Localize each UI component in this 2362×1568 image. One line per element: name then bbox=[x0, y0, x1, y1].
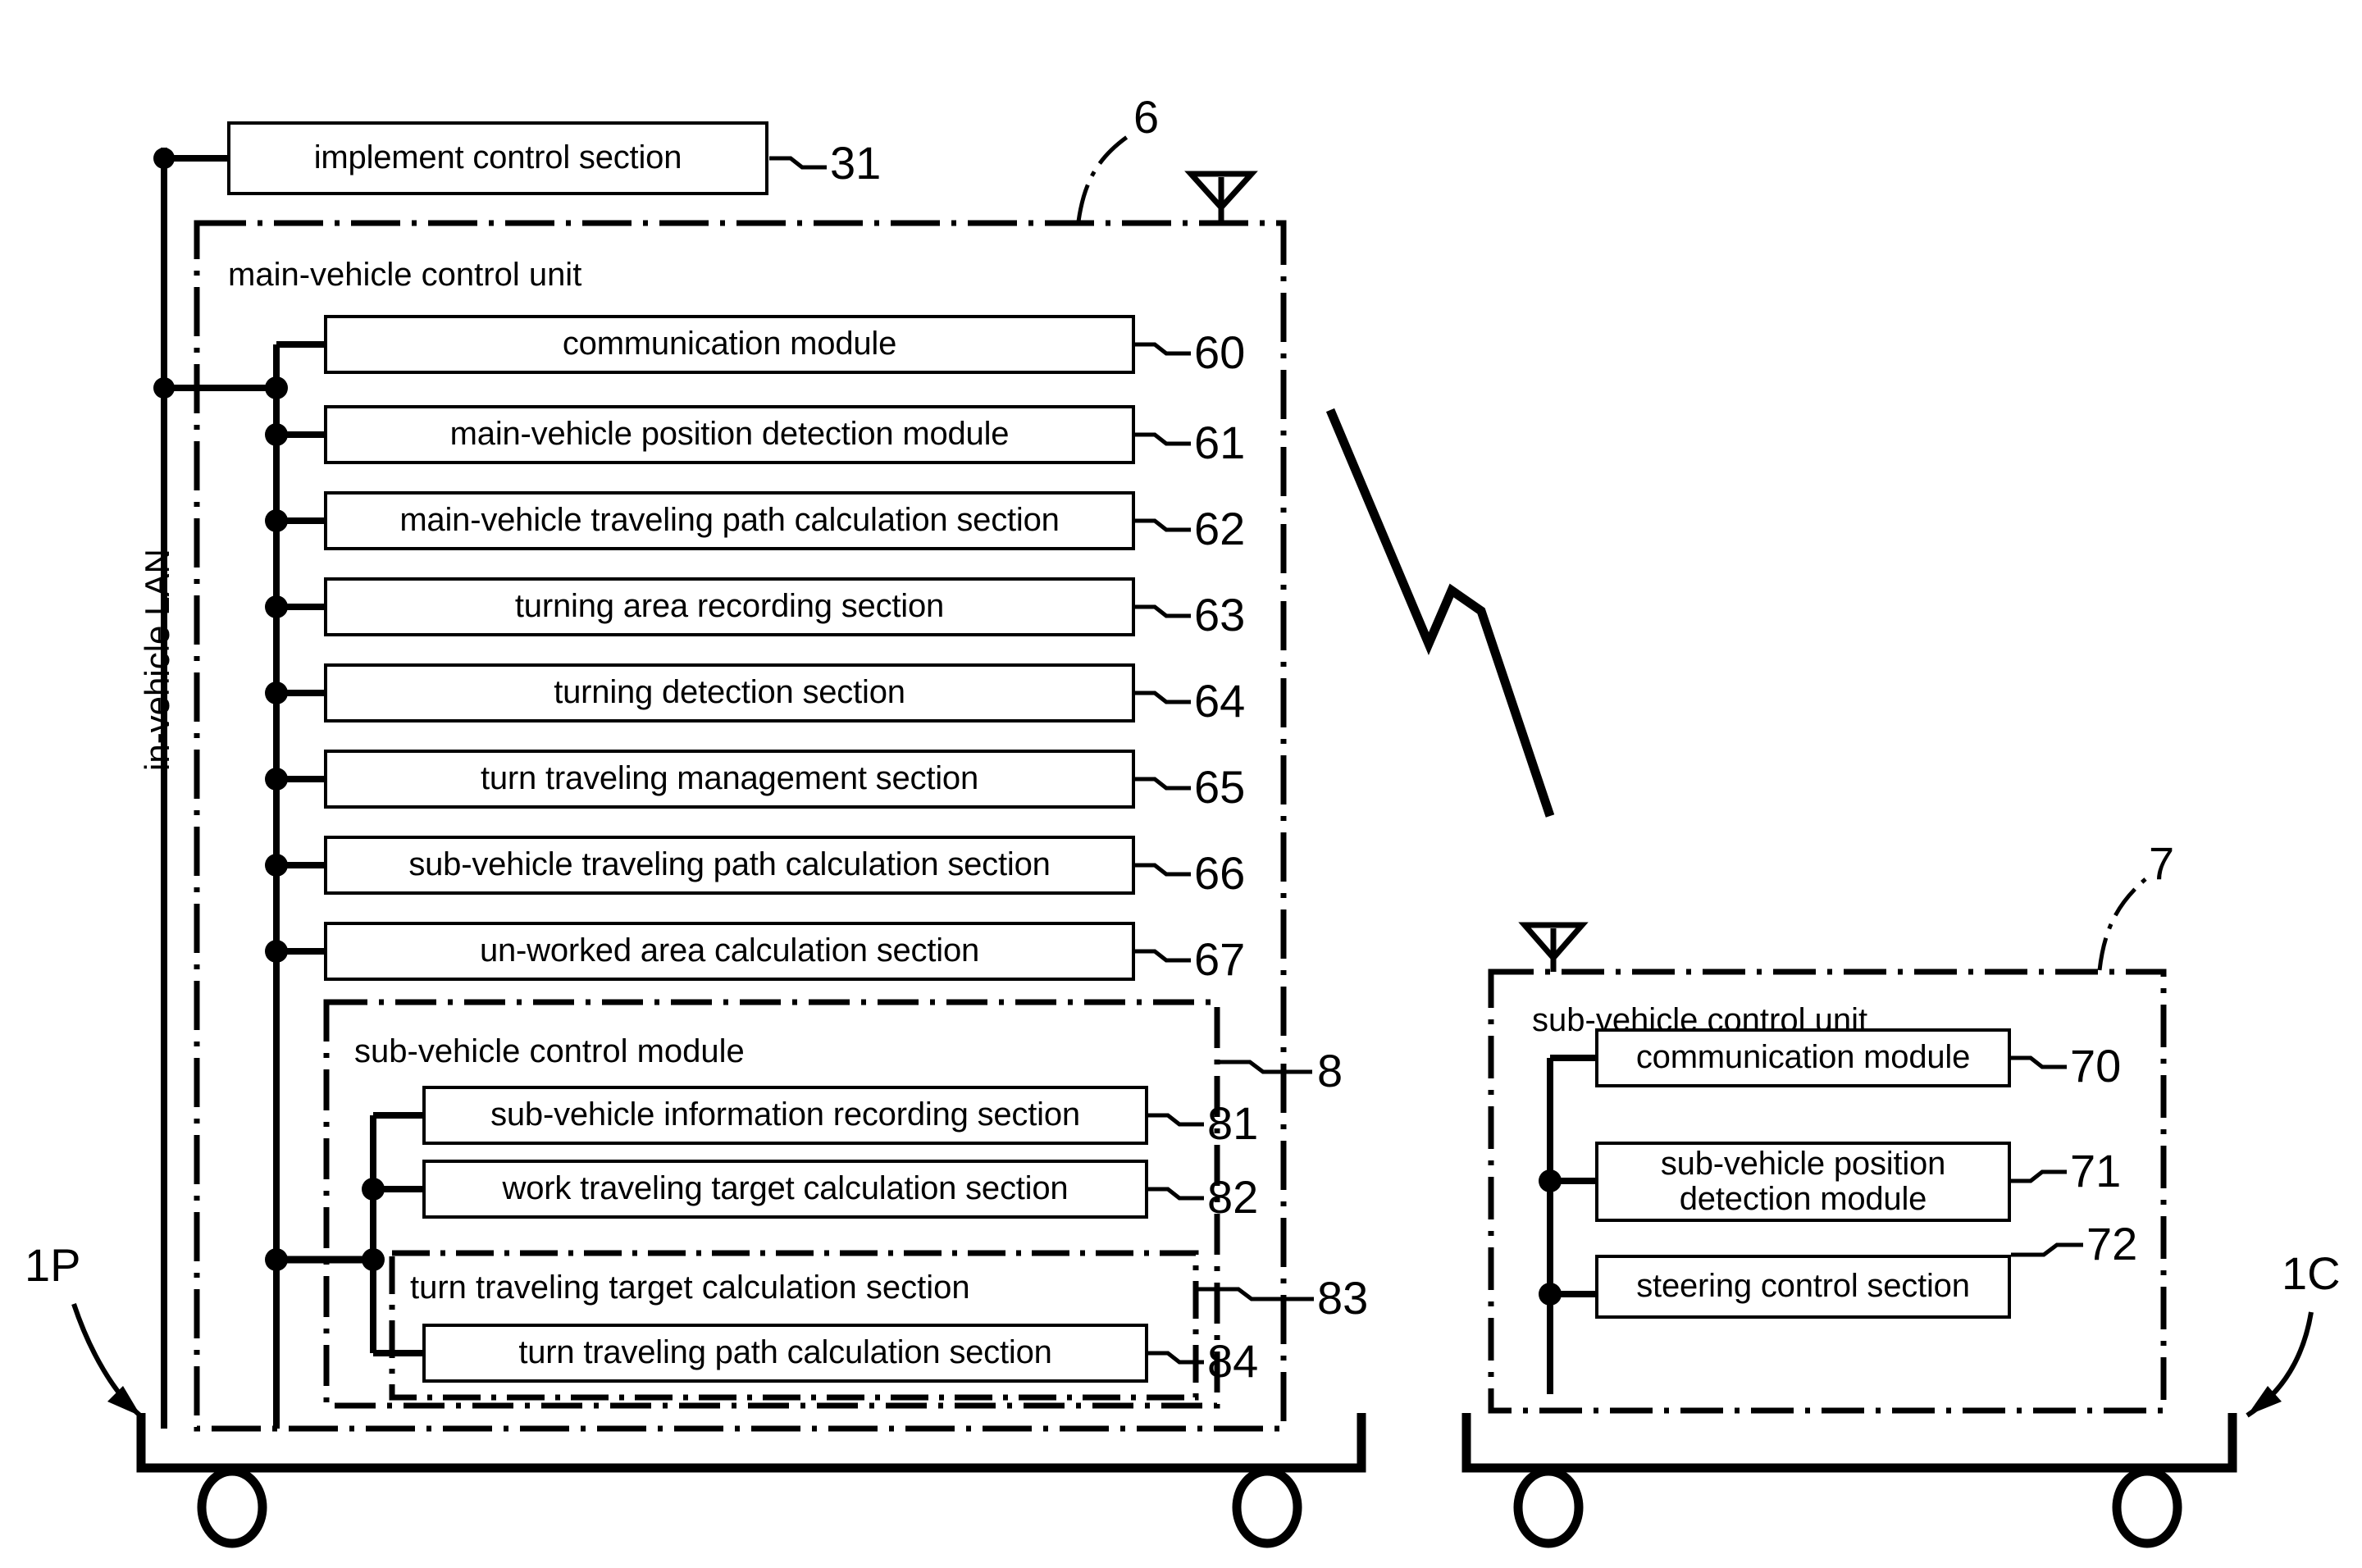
module-label-6: sub-vehicle traveling path calculation s… bbox=[408, 846, 1051, 883]
sub-vehicle-wheel-rear bbox=[2112, 1466, 2182, 1548]
main-vehicle-wheel-front bbox=[197, 1466, 267, 1548]
module-box-5[interactable]: turn traveling management section bbox=[324, 750, 1135, 809]
main-vehicle-control-unit-title: main-vehicle control unit bbox=[228, 257, 582, 293]
ref-65: 65 bbox=[1194, 761, 1246, 813]
sub-vehicle-chassis bbox=[1461, 1413, 2237, 1548]
module-label-5: turn traveling management section bbox=[480, 760, 979, 797]
main-vehicle-chassis bbox=[136, 1413, 1366, 1548]
ref-31: 31 bbox=[830, 137, 882, 189]
main-vehicle-control-unit-border bbox=[194, 220, 1287, 1432]
module-label-0: communication module bbox=[562, 326, 897, 362]
ref-64: 64 bbox=[1194, 675, 1246, 727]
sub-module-box-81[interactable]: sub-vehicle information recording sectio… bbox=[422, 1086, 1148, 1145]
ref-63: 63 bbox=[1194, 589, 1246, 640]
ref-84: 84 bbox=[1207, 1335, 1259, 1387]
ref-62: 62 bbox=[1194, 503, 1246, 554]
module-box-4[interactable]: turning detection section bbox=[324, 663, 1135, 722]
sub-unit-label-72: steering control section bbox=[1636, 1268, 1970, 1305]
module-label-2: main-vehicle traveling path calculation … bbox=[399, 502, 1060, 539]
ref-1P: 1P bbox=[25, 1239, 81, 1291]
sub-unit-label-70: communication module bbox=[1635, 1039, 1971, 1076]
ref-7: 7 bbox=[2149, 837, 2175, 889]
ref-60: 60 bbox=[1194, 326, 1246, 378]
module-box-2[interactable]: main-vehicle traveling path calculation … bbox=[324, 491, 1135, 550]
sub-module-label-82: work traveling target calculation sectio… bbox=[502, 1170, 1069, 1207]
leader-main-unit bbox=[1076, 131, 1133, 222]
wireless-link-icon bbox=[1325, 408, 1555, 818]
module-label-4: turning detection section bbox=[554, 674, 905, 711]
module-box-0[interactable]: communication module bbox=[324, 315, 1135, 374]
turn-traveling-path-box-84[interactable]: turn traveling path calculation section bbox=[422, 1324, 1148, 1383]
ref-61: 61 bbox=[1194, 417, 1246, 468]
sub-unit-label-71: sub-vehicle position detection module bbox=[1660, 1145, 1946, 1217]
module-box-3[interactable]: turning area recording section bbox=[324, 577, 1135, 636]
ref-72: 72 bbox=[2086, 1218, 2138, 1269]
ref-82: 82 bbox=[1207, 1171, 1259, 1223]
ref-8: 8 bbox=[1317, 1045, 1343, 1096]
ref-67: 67 bbox=[1194, 933, 1246, 985]
sub-unit-box-70[interactable]: communication module bbox=[1595, 1028, 2011, 1087]
sub-vehicle-control-module-title: sub-vehicle control module bbox=[354, 1033, 745, 1069]
module-label-7: un-worked area calculation section bbox=[479, 932, 980, 969]
main-vehicle-wheel-rear bbox=[1232, 1466, 1302, 1548]
module-box-6[interactable]: sub-vehicle traveling path calculation s… bbox=[324, 836, 1135, 895]
turn-traveling-target-title: turn traveling target calculation sectio… bbox=[410, 1269, 970, 1306]
in-vehicle-lan-label: in-vehicle LAN bbox=[138, 549, 176, 771]
main-antenna-icon bbox=[1184, 171, 1258, 223]
module-box-7[interactable]: un-worked area calculation section bbox=[324, 922, 1135, 981]
bus-junction-dot bbox=[153, 377, 175, 399]
ref-6: 6 bbox=[1133, 91, 1160, 143]
ref-1C: 1C bbox=[2282, 1247, 2341, 1299]
sub-vehicle-wheel-front bbox=[1513, 1466, 1584, 1548]
sub-unit-box-72[interactable]: steering control section bbox=[1595, 1255, 2011, 1319]
patent-figure: implement control section 31 in-vehicle … bbox=[0, 0, 2362, 1568]
sub-module-box-82[interactable]: work traveling target calculation sectio… bbox=[422, 1160, 1148, 1219]
sub-antenna-icon bbox=[1518, 922, 1589, 972]
ref-70: 70 bbox=[2070, 1040, 2122, 1092]
sub-module-label-81: sub-vehicle information recording sectio… bbox=[490, 1096, 1080, 1133]
module-label-3: turning area recording section bbox=[514, 588, 945, 625]
ref-83: 83 bbox=[1317, 1272, 1369, 1324]
module-label-1: main-vehicle position detection module bbox=[449, 416, 1010, 453]
sub-unit-box-71[interactable]: sub-vehicle position detection module bbox=[1595, 1142, 2011, 1222]
ref-71: 71 bbox=[2070, 1145, 2122, 1197]
ref-81: 81 bbox=[1207, 1097, 1259, 1149]
bus-junction-dot bbox=[153, 148, 175, 169]
label-84: turn traveling path calculation section bbox=[518, 1334, 1052, 1371]
module-box-1[interactable]: main-vehicle position detection module bbox=[324, 405, 1135, 464]
ref-66: 66 bbox=[1194, 847, 1246, 899]
leader-sub-vehicle bbox=[2246, 1311, 2314, 1418]
leader-main-vehicle bbox=[71, 1303, 143, 1419]
implement-control-section-box[interactable]: implement control section bbox=[227, 121, 768, 195]
implement-control-section-label: implement control section bbox=[313, 139, 682, 176]
leader-sub-unit bbox=[2097, 877, 2147, 971]
